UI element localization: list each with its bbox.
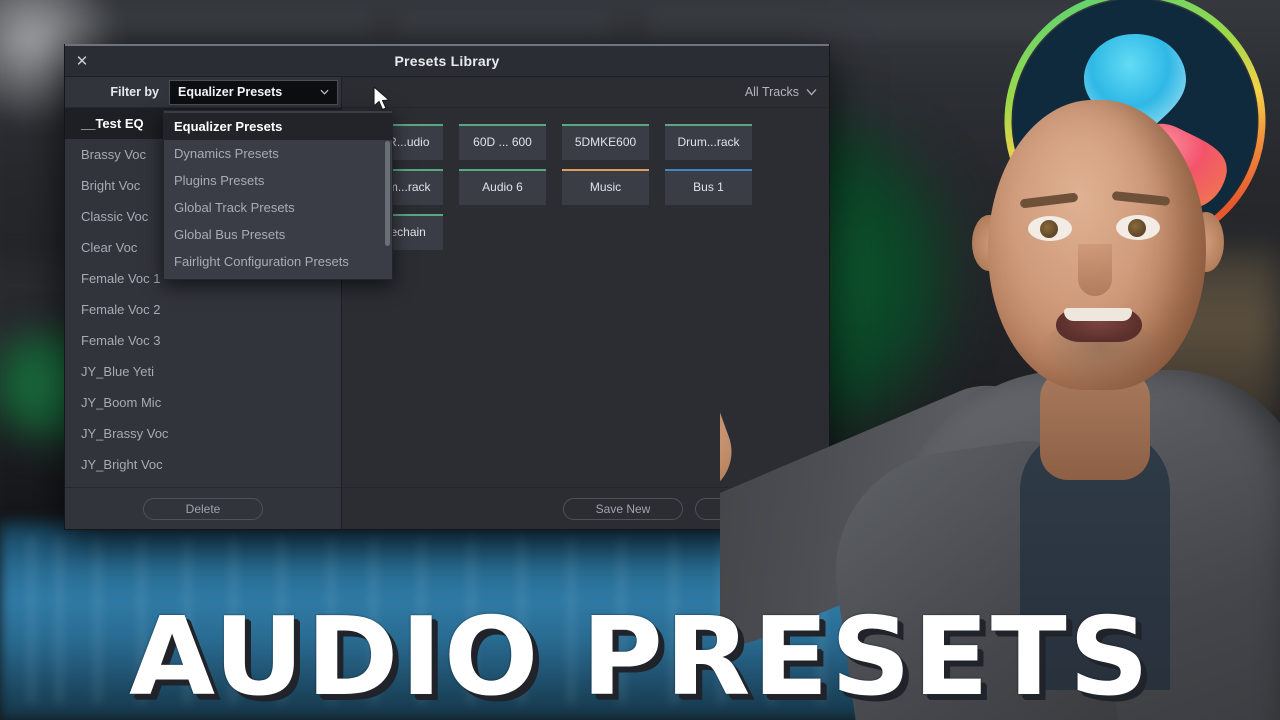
track-button[interactable]: 60D ... 600: [459, 124, 546, 160]
track-button[interactable]: Music: [562, 169, 649, 205]
menu-item-label: Plugins Presets: [174, 173, 265, 188]
left-panel-footer: Delete: [65, 487, 341, 529]
filter-by-label: Filter by: [110, 85, 159, 99]
presenter-iris-right: [1128, 219, 1146, 237]
menu-item-label: Global Bus Presets: [174, 227, 286, 242]
presenter-nose: [1078, 244, 1112, 296]
preset-name: JY_Bright Voc: [81, 457, 163, 472]
track-label: 60D ... 600: [473, 135, 532, 149]
preset-name: Female Voc 1: [81, 271, 161, 286]
filter-row: Filter by Equalizer Presets: [65, 77, 341, 108]
track-label: Audio 6: [482, 180, 523, 194]
menu-item-dynamics-presets[interactable]: Dynamics Presets: [164, 140, 392, 167]
list-item[interactable]: JY_Brassy Voc: [65, 418, 341, 449]
filter-by-dropdown[interactable]: Equalizer Presets: [169, 79, 338, 105]
dialog-title: Presets Library: [394, 52, 500, 69]
presenter-iris-left: [1040, 220, 1058, 238]
menu-item-label: Equalizer Presets: [174, 119, 283, 134]
dialog-titlebar: ✕ Presets Library: [65, 44, 829, 77]
list-item[interactable]: JY_Bright Voc: [65, 449, 341, 480]
menu-item-global-track-presets[interactable]: Global Track Presets: [164, 194, 392, 221]
preset-name: JY_Boom Mic: [81, 395, 162, 410]
list-item[interactable]: JY_Blue Yeti: [65, 356, 341, 387]
filter-by-dropdown-menu[interactable]: Equalizer Presets Dynamics Presets Plugi…: [163, 110, 393, 280]
menu-item-label: Fairlight Configuration Presets: [174, 254, 349, 269]
filter-selected-value: Equalizer Presets: [178, 85, 283, 99]
preset-name: Classic Voc: [81, 209, 149, 224]
menu-item-label: Dynamics Presets: [174, 146, 279, 161]
list-item[interactable]: JY_Boom Mic: [65, 387, 341, 418]
list-item[interactable]: Female Voc 2: [65, 294, 341, 325]
track-button[interactable]: Audio 6: [459, 169, 546, 205]
preset-name: JY_Brassy Voc: [81, 426, 169, 441]
dropdown-scrollbar[interactable]: [385, 141, 390, 246]
preset-name: JY_Blue Yeti: [81, 364, 155, 379]
chevron-down-icon: [320, 89, 329, 95]
track-label: Music: [589, 180, 622, 194]
list-item[interactable]: Female Voc 3: [65, 325, 341, 356]
preset-name: __Test EQ: [81, 116, 144, 131]
menu-item-fairlight-configuration-presets[interactable]: Fairlight Configuration Presets: [164, 248, 392, 275]
save-new-button[interactable]: Save New: [563, 497, 683, 520]
preset-name: Female Voc 2: [81, 302, 161, 317]
menu-item-plugins-presets[interactable]: Plugins Presets: [164, 167, 392, 194]
track-button[interactable]: 5DMKE600: [562, 124, 649, 160]
headline-text: AUDIO PRESETS: [128, 595, 1152, 720]
preset-name: Female Voc 3: [81, 333, 161, 348]
track-label: 5DMKE600: [574, 135, 637, 149]
delete-button[interactable]: Delete: [143, 497, 263, 520]
presenter-teeth: [1064, 308, 1132, 321]
preset-name: Brassy Voc: [81, 147, 147, 162]
menu-item-label: Global Track Presets: [174, 200, 295, 215]
preset-name: Clear Voc: [81, 240, 138, 255]
menu-item-global-bus-presets[interactable]: Global Bus Presets: [164, 221, 392, 248]
menu-item-equalizer-presets[interactable]: Equalizer Presets: [164, 113, 392, 140]
preset-name: Bright Voc: [81, 178, 141, 193]
